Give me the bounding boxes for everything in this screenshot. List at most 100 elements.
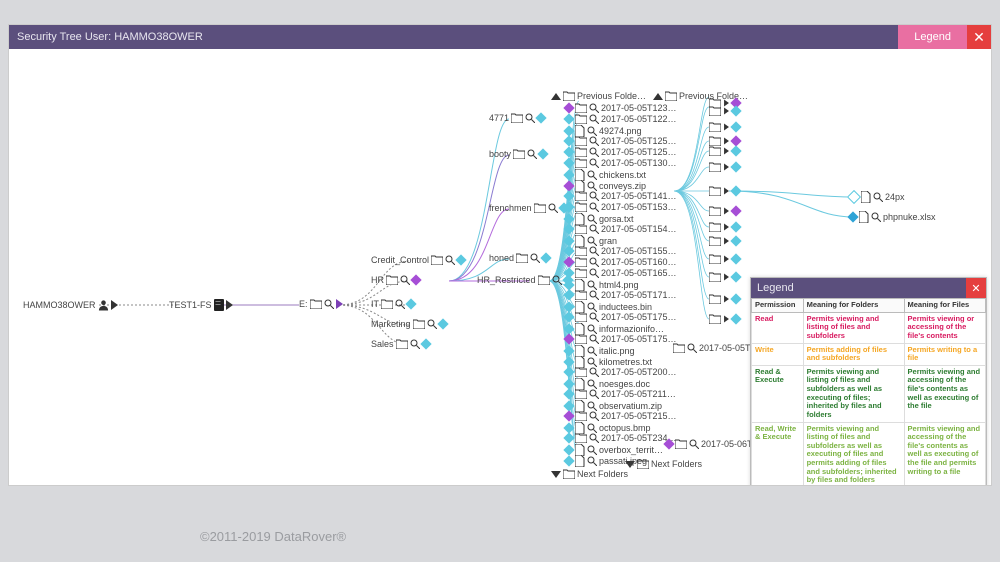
expand-icon[interactable] [226, 300, 233, 310]
search-icon[interactable] [873, 192, 883, 202]
drive-node[interactable]: E: [299, 299, 343, 309]
search-icon[interactable] [587, 423, 597, 433]
folder-node[interactable]: 4771 [489, 113, 545, 123]
file-node[interactable]: 2017-05-05T175… [565, 334, 677, 344]
expand-icon[interactable] [336, 299, 343, 309]
expand-icon[interactable] [724, 316, 729, 323]
file-node[interactable]: 2017-05-05T130… [565, 158, 677, 168]
file-node[interactable]: 2017-05-05T125… [565, 147, 677, 157]
branch-marker[interactable] [709, 122, 740, 132]
expand-icon[interactable] [724, 274, 729, 281]
file-node[interactable]: 2017-05-05T234… [565, 433, 677, 443]
search-icon[interactable] [589, 367, 599, 377]
expand-icon[interactable] [724, 164, 729, 171]
expand-icon[interactable] [724, 224, 729, 231]
folder-node[interactable]: booty [489, 149, 547, 159]
expand-icon[interactable] [724, 188, 729, 195]
search-icon[interactable] [589, 114, 599, 124]
search-icon[interactable] [445, 255, 455, 265]
next-folders[interactable]: Next Folders [551, 469, 628, 479]
expand-icon[interactable] [724, 124, 729, 131]
search-icon[interactable] [587, 357, 597, 367]
search-icon[interactable] [410, 339, 420, 349]
branch-marker[interactable] [709, 236, 740, 246]
folder-node[interactable]: IT [371, 299, 415, 309]
search-icon[interactable] [589, 103, 599, 113]
search-icon[interactable] [587, 401, 597, 411]
expand-icon[interactable] [111, 300, 118, 310]
search-icon[interactable] [552, 275, 562, 285]
branch-marker[interactable] [709, 272, 740, 282]
branch-marker[interactable] [709, 294, 740, 304]
file-node[interactable]: 2017-05-05T154… [565, 224, 677, 234]
search-icon[interactable] [589, 246, 599, 256]
search-icon[interactable] [587, 126, 597, 136]
folder-node[interactable]: HR_Restricted [477, 275, 572, 285]
search-icon[interactable] [589, 202, 599, 212]
file-node[interactable]: 2017-05-05T175… [565, 312, 677, 322]
search-icon[interactable] [587, 379, 597, 389]
folder-node[interactable]: frenchmen [489, 203, 568, 213]
search-icon[interactable] [395, 299, 405, 309]
search-icon[interactable] [587, 280, 597, 290]
search-icon[interactable] [589, 290, 599, 300]
search-icon[interactable] [589, 224, 599, 234]
folder-node[interactable]: Credit_Control [371, 255, 465, 265]
server-node[interactable]: TEST1-FS [169, 299, 233, 311]
search-icon[interactable] [589, 268, 599, 278]
search-icon[interactable] [589, 147, 599, 157]
file-node[interactable]: 2017-05-05T215… [565, 411, 677, 421]
search-icon[interactable] [589, 191, 599, 201]
search-icon[interactable] [527, 149, 537, 159]
expand-icon[interactable] [724, 108, 729, 115]
close-button[interactable]: ✕ [967, 25, 991, 49]
folder-node[interactable]: HR [371, 275, 420, 285]
branch-marker[interactable] [709, 162, 740, 172]
file-node[interactable]: passati.jpeg [565, 455, 647, 467]
search-icon[interactable] [548, 203, 558, 213]
tree-canvas[interactable]: HAMMO38OWER TEST1-FS E: Credit_Control H… [9, 49, 991, 485]
branch-marker[interactable] [709, 254, 740, 264]
search-icon[interactable] [587, 324, 597, 334]
search-icon[interactable] [587, 302, 597, 312]
search-icon[interactable] [589, 411, 599, 421]
branch-marker[interactable] [709, 146, 740, 156]
search-icon[interactable] [530, 253, 540, 263]
search-icon[interactable] [587, 346, 597, 356]
expand-icon[interactable] [724, 238, 729, 245]
expand-icon[interactable] [724, 208, 729, 215]
search-icon[interactable] [589, 433, 599, 443]
search-icon[interactable] [587, 214, 597, 224]
file-node[interactable]: 2017-05-05T141… [565, 191, 677, 201]
search-icon[interactable] [687, 343, 697, 353]
legend-button[interactable]: Legend [898, 25, 967, 49]
search-icon[interactable] [689, 439, 699, 449]
file-node[interactable]: 24px [849, 191, 905, 203]
file-node[interactable]: 2017-05-05T125… [565, 136, 677, 146]
search-icon[interactable] [525, 113, 535, 123]
file-node[interactable]: 2017-05-05T122… [565, 114, 677, 124]
file-node[interactable]: 2017-05-05T160… [565, 257, 677, 267]
search-icon[interactable] [324, 299, 334, 309]
branch-marker[interactable] [709, 186, 740, 196]
file-node[interactable]: phpnuke.xlsx [849, 211, 936, 223]
user-node[interactable]: HAMMO38OWER [23, 299, 118, 311]
folder-node[interactable]: Marketing [371, 319, 447, 329]
file-node[interactable]: 2017-05-05T153… [565, 202, 677, 212]
branch-marker[interactable] [709, 106, 740, 116]
search-icon[interactable] [589, 334, 599, 344]
expand-icon[interactable] [724, 256, 729, 263]
file-node[interactable]: 2017-05-05T123… [565, 103, 677, 113]
file-node[interactable]: 2017-05-05T211… [565, 389, 676, 399]
search-icon[interactable] [587, 181, 597, 191]
search-icon[interactable] [587, 445, 597, 455]
expand-icon[interactable] [724, 138, 729, 145]
search-icon[interactable] [589, 312, 599, 322]
file-node[interactable]: 2017-05-05T155… [565, 246, 677, 256]
branch-marker[interactable] [709, 206, 740, 216]
prev-folders[interactable]: Previous Folde… [551, 91, 646, 101]
search-icon[interactable] [587, 170, 597, 180]
search-icon[interactable] [427, 319, 437, 329]
search-icon[interactable] [871, 212, 881, 222]
folder-node[interactable]: Sales [371, 339, 430, 349]
